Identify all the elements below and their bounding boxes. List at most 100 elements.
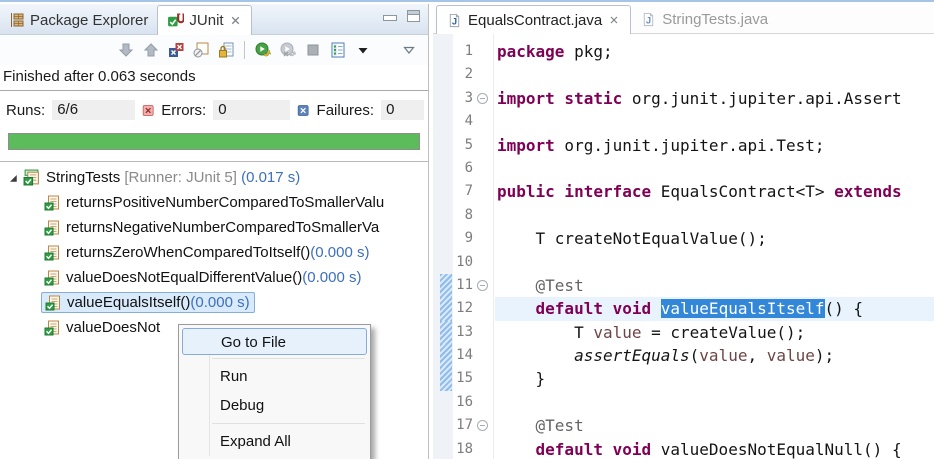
tab-label: StringTests.java	[662, 11, 769, 28]
code-token: value	[593, 322, 642, 342]
code-line-18[interactable]: 18 default void valueDoesNotEqualNull() …	[433, 438, 934, 459]
counters-row: Runs: 6/6 Errors: 0 Failures: 0	[0, 91, 428, 128]
tree-arrow-expanded-icon[interactable]	[7, 172, 19, 184]
java-file-icon	[447, 13, 462, 28]
view-menu-icon	[401, 42, 417, 58]
code-text: @Test	[497, 274, 934, 297]
test-method-label: valueDoesNotEqualDifferentValue()	[66, 269, 303, 286]
line-number: 11	[456, 276, 473, 293]
menu-item-debug[interactable]: Debug	[181, 391, 368, 420]
junit-icon	[167, 12, 184, 29]
code-line-12[interactable]: 12 default void valueEqualsItself() {	[433, 297, 934, 322]
close-icon[interactable]	[608, 14, 620, 26]
code-token: public interface	[497, 182, 652, 202]
tab-label: Package Explorer	[30, 11, 149, 29]
skipped-tests-icon	[193, 42, 209, 58]
code-line-10[interactable]: 10	[433, 251, 934, 274]
tree-item[interactable]: valueEqualsItself() (0.000 s)	[0, 290, 428, 315]
code-line-8[interactable]: 8	[433, 204, 934, 227]
code-text: T value = createValue();	[497, 321, 934, 344]
menu-item-run[interactable]: Run	[181, 362, 368, 391]
rerun-test-icon	[255, 42, 271, 58]
show-previous-failed-test-button[interactable]	[142, 41, 160, 59]
code-line-4[interactable]: 4	[433, 110, 934, 133]
test-ok-icon	[44, 320, 60, 336]
line-number: 1	[464, 43, 473, 59]
test-run-history-button[interactable]	[329, 41, 347, 59]
tree-item[interactable]: returnsZeroWhenComparedToItself() (0.000…	[0, 240, 428, 265]
runner-text: [Runner: JUnit 5]	[120, 169, 237, 186]
code-text: import static org.junit.jupiter.api.Asse…	[497, 87, 934, 110]
test-suite-name: StringTests	[46, 169, 121, 186]
show-failures-only-button[interactable]	[167, 41, 185, 59]
menu-item-expand-all[interactable]: Expand All	[181, 427, 368, 456]
code-token: EqualsContract<T>	[651, 182, 835, 202]
stop-icon	[305, 42, 321, 58]
context-menu: Go to File Run Debug Expand All	[178, 324, 371, 459]
code-token: org.junit.jupiter.api.Test;	[554, 135, 825, 155]
history-dropdown-button[interactable]	[354, 41, 372, 59]
stop-junit-test-run-button[interactable]	[304, 41, 322, 59]
show-next-failed-test-button[interactable]	[117, 41, 135, 59]
code-line-13[interactable]: 13 T value = createValue();	[433, 320, 934, 345]
close-icon[interactable]	[229, 14, 242, 27]
code-line-16[interactable]: 16	[433, 391, 934, 414]
code-token: pkg;	[564, 42, 613, 61]
minimize-button[interactable]	[383, 14, 397, 21]
java-editor[interactable]: 1 package pkg; 2 3 import static org.junit.j…	[433, 34, 934, 459]
line-number: 7	[464, 183, 473, 200]
line-number: 5	[464, 136, 473, 153]
maximize-button[interactable]	[407, 10, 420, 22]
tab-package-explorer[interactable]: Package Explorer	[0, 6, 157, 34]
rerun-failed-tests-button[interactable]	[279, 41, 297, 59]
failure-count-icon	[297, 104, 309, 117]
code-line-11[interactable]: 11 @Test	[433, 273, 934, 298]
tab-equalscontract-java[interactable]: EqualsContract.java	[436, 5, 632, 34]
tab-junit[interactable]: JUnit	[157, 5, 252, 35]
code-line-15[interactable]: 15 }	[433, 367, 934, 392]
code-token: package	[497, 42, 565, 61]
code-line-5[interactable]: 5 import org.junit.jupiter.api.Test;	[433, 134, 934, 157]
view-menu-button[interactable]	[400, 41, 418, 59]
code-token: @Test	[497, 416, 584, 436]
view-window-buttons	[383, 10, 420, 22]
show-skipped-tests-only-button[interactable]	[192, 41, 210, 59]
line-number: 2	[464, 66, 473, 83]
selected-tree-item[interactable]: valueEqualsItself() (0.000 s)	[41, 292, 255, 313]
errors-label: Errors:	[161, 101, 207, 119]
code-token: (	[689, 346, 700, 366]
tree-item[interactable]: returnsPositiveNumberComparedToSmallerVa…	[0, 190, 428, 215]
status-text: Finished after 0.063 seconds	[0, 65, 428, 91]
code-lines: 1 package pkg; 2 3 import static org.junit.j…	[433, 40, 934, 459]
code-line-9[interactable]: 9 T createNotEqualValue();	[433, 227, 934, 250]
code-text: default void valueDoesNotEqualNull() {	[497, 438, 934, 459]
test-ok-icon	[45, 295, 61, 311]
rerun-test-button[interactable]	[254, 41, 272, 59]
scroll-lock-button[interactable]	[217, 41, 235, 59]
code-line-3[interactable]: 3 import static org.junit.jupiter.api.Ass…	[433, 87, 934, 110]
tree-item[interactable]: valueDoesNotEqualDifferentValue() (0.000…	[0, 265, 428, 290]
code-line-17[interactable]: 17 @Test	[433, 414, 934, 437]
code-line-2[interactable]: 2	[433, 63, 934, 86]
eclipse-window: Package Explorer JUnit Finished after 0.…	[0, 0, 934, 459]
code-line-6[interactable]: 6	[433, 157, 934, 180]
code-line-14[interactable]: 14 assertEquals(value, value);	[433, 344, 934, 368]
tab-stringtests-java[interactable]: StringTests.java	[631, 6, 778, 33]
code-line-7[interactable]: 7 public interface EqualsContract<T> exte…	[433, 180, 934, 203]
code-token: default void	[535, 299, 652, 319]
menu-item-go-to-file[interactable]: Go to File	[182, 328, 367, 355]
line-number: 13	[456, 323, 473, 340]
fold-collapse-icon[interactable]	[477, 279, 488, 291]
test-method-label: returnsZeroWhenComparedToItself()	[66, 244, 311, 261]
code-line-1[interactable]: 1 package pkg;	[433, 40, 934, 63]
test-method-label: returnsPositiveNumberComparedToSmallerVa…	[66, 194, 385, 211]
line-number: 6	[464, 159, 473, 176]
view-tabbar: Package Explorer JUnit	[0, 4, 428, 35]
code-token: org.junit.jupiter.api.Assert	[622, 88, 902, 108]
tree-item[interactable]: returnsNegativeNumberComparedToSmallerVa	[0, 215, 428, 240]
fold-collapse-icon[interactable]	[477, 92, 488, 104]
line-number: 8	[464, 206, 473, 223]
tree-item-root[interactable]: StringTests [Runner: JUnit 5] (0.017 s)	[0, 165, 428, 190]
test-result-tree: StringTests [Runner: JUnit 5] (0.017 s) r…	[0, 161, 428, 340]
fold-collapse-icon[interactable]	[477, 420, 488, 432]
